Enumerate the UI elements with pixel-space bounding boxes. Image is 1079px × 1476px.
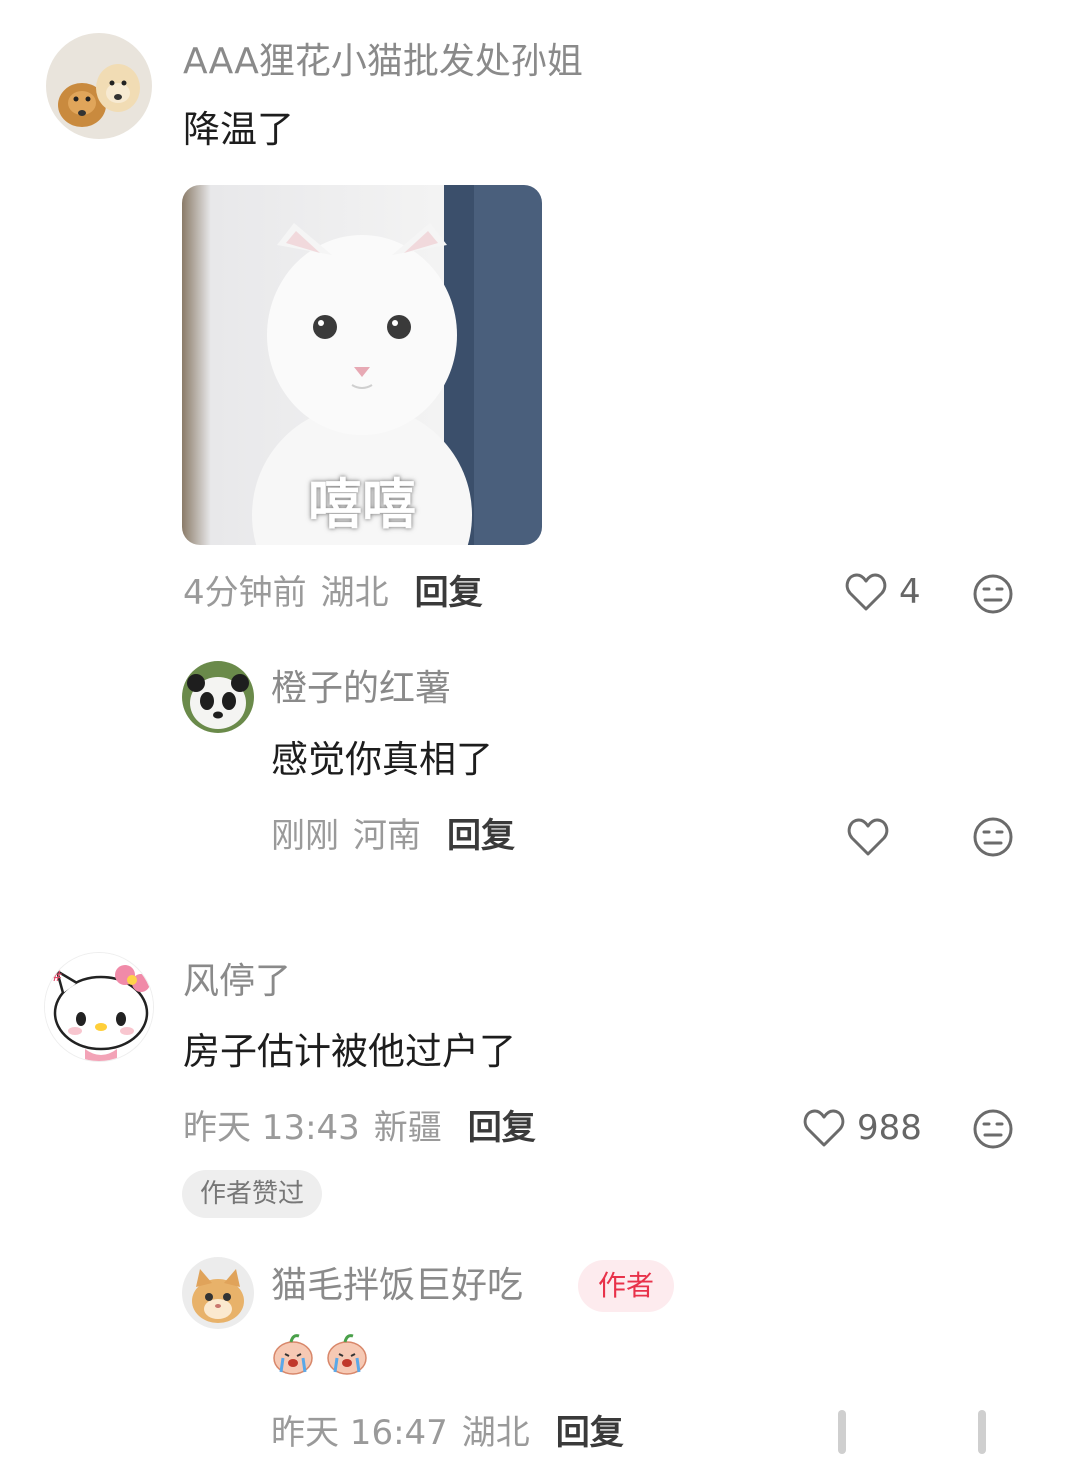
comment-username[interactable]: 风停了 <box>183 960 291 1004</box>
author-liked-badge: 作者赞过 <box>182 1170 323 1218</box>
heart-outline-icon <box>845 573 887 611</box>
comment-username[interactable]: AAA狸花小猫批发处孙姐 <box>183 40 583 84</box>
comment-text: 降温了 <box>183 108 294 151</box>
reply-button[interactable]: 回复 <box>556 1413 624 1453</box>
like-button-partial[interactable] <box>838 1410 846 1454</box>
reply-time: 昨天 16:47 <box>271 1413 448 1453</box>
avatar-hello-kitty[interactable]: # <box>44 952 154 1062</box>
svg-text:#: # <box>51 969 63 985</box>
avatar-dogs[interactable] <box>46 33 152 139</box>
avatar-cat[interactable] <box>182 1257 254 1329</box>
crying-peach-emoji-icon <box>273 1334 313 1375</box>
reply-username[interactable]: 猫毛拌饭巨好吃 <box>271 1264 523 1308</box>
comment-location: 新疆 <box>373 1108 442 1148</box>
comment-time: 4分钟前 <box>183 573 307 613</box>
reply-username[interactable]: 橙子的红薯 <box>271 667 451 711</box>
like-button[interactable] <box>847 817 889 857</box>
neutral-face-icon[interactable] <box>972 573 1014 615</box>
dislike-button-partial[interactable] <box>978 1410 986 1454</box>
cat-sticker-image[interactable]: 嘻嘻 <box>182 185 542 545</box>
neutral-face-icon[interactable] <box>972 1108 1014 1150</box>
heart-outline-icon <box>847 818 889 856</box>
avatar-panda[interactable] <box>182 661 254 733</box>
reply-text: 感觉你真相了 <box>271 738 493 781</box>
reply-location: 河南 <box>353 816 421 856</box>
reply-meta: 昨天 16:47 湖北 回复 <box>271 1413 624 1453</box>
neutral-face-icon[interactable] <box>972 816 1014 858</box>
comment-meta: 4分钟前 湖北 回复 <box>183 573 483 613</box>
comment-time: 昨天 13:43 <box>183 1108 360 1148</box>
comment-meta: 昨天 13:43 新疆 回复 <box>183 1108 536 1148</box>
reply-button[interactable]: 回复 <box>447 816 515 856</box>
reply-time: 刚刚 <box>271 816 339 856</box>
like-count: 988 <box>857 1108 922 1148</box>
like-button[interactable]: 988 <box>803 1108 922 1148</box>
author-tag: 作者 <box>578 1260 675 1312</box>
heart-outline-icon <box>803 1109 845 1147</box>
comment-location: 湖北 <box>320 573 389 613</box>
like-button[interactable]: 4 <box>845 572 921 612</box>
reply-button[interactable]: 回复 <box>468 1108 536 1148</box>
sticker-caption: 嘻嘻 <box>308 473 416 536</box>
comment-text: 房子估计被他过户了 <box>183 1030 516 1073</box>
crying-peach-emoji-icon <box>327 1334 367 1375</box>
like-count: 4 <box>899 572 921 612</box>
reply-meta: 刚刚 河南 回复 <box>271 816 515 856</box>
reply-location: 湖北 <box>461 1413 530 1453</box>
reply-button[interactable]: 回复 <box>415 573 483 613</box>
